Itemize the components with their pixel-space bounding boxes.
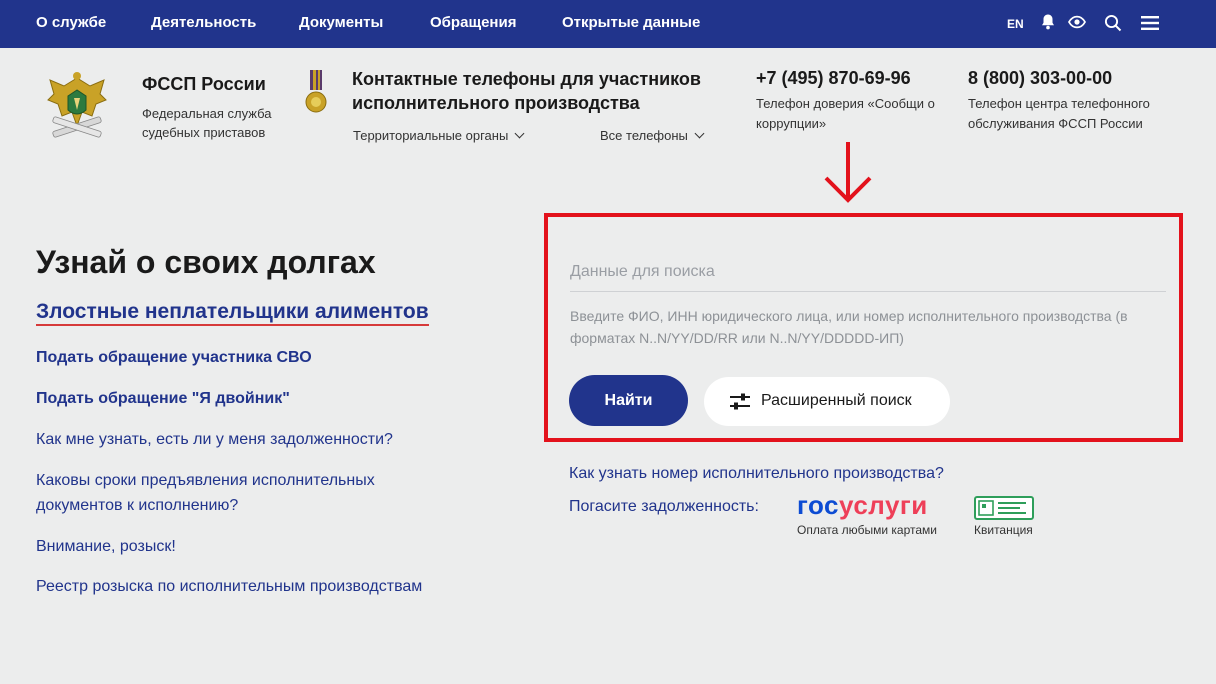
medal-icon bbox=[305, 70, 327, 116]
malicious-alimony-debtors-link[interactable]: Злостные неплательщики алиментов bbox=[36, 300, 429, 326]
nav-item-open-data[interactable]: Открытые данные bbox=[562, 14, 700, 31]
chevron-down-icon bbox=[694, 128, 705, 139]
top-navigation: О службе Деятельность Документы Обращени… bbox=[0, 0, 1216, 48]
chevron-down-icon bbox=[514, 128, 525, 139]
check-debts-link[interactable]: Как мне узнать, есть ли у меня задолженн… bbox=[36, 427, 393, 452]
search-hint: Введите ФИО, ИНН юридического лица, или … bbox=[570, 308, 1128, 346]
org-subtitle: Федеральная служба судебных приставов bbox=[142, 106, 272, 140]
hotline-phone[interactable]: +7 (495) 870-69-96 bbox=[756, 68, 911, 89]
fssp-emblem-logo[interactable] bbox=[44, 70, 110, 142]
call-center-phone[interactable]: 8 (800) 303-00-00 bbox=[968, 68, 1112, 89]
wanted-registry-link[interactable]: Реестр розыска по исполнительным произво… bbox=[36, 574, 422, 599]
red-arrow-icon bbox=[822, 142, 874, 204]
nav-item-activity[interactable]: Деятельность bbox=[151, 14, 256, 31]
eye-icon[interactable] bbox=[1067, 15, 1087, 34]
gosuslugi-logo-part1: гос bbox=[797, 490, 839, 520]
all-phones-label: Все телефоны bbox=[600, 128, 688, 143]
how-to-find-case-number-link[interactable]: Как узнать номер исполнительного произво… bbox=[569, 465, 944, 483]
territorial-bodies-dropdown[interactable]: Территориальные органы bbox=[353, 128, 525, 143]
contacts-title[interactable]: Контактные телефоны для участников испол… bbox=[352, 67, 742, 115]
filter-icon bbox=[730, 393, 750, 411]
nav-item-about[interactable]: О службе bbox=[36, 14, 106, 31]
page-title: Узнай о своих долгах bbox=[36, 244, 376, 280]
gosuslugi-caption: Оплата любыми картами bbox=[797, 523, 937, 537]
hotline-phone-caption: Телефон доверия «Сообщи о коррупции» bbox=[756, 96, 935, 131]
enforcement-deadlines-link[interactable]: Каковы сроки предъявления исполнительных… bbox=[36, 468, 456, 518]
territorial-bodies-label: Территориальные органы bbox=[353, 128, 509, 143]
advanced-search-label: Расширенный поиск bbox=[761, 392, 912, 409]
find-button[interactable]: Найти bbox=[569, 375, 688, 426]
double-appeal-link[interactable]: Подать обращение "Я двойник" bbox=[36, 386, 290, 411]
wanted-notice-link[interactable]: Внимание, розыск! bbox=[36, 534, 176, 559]
nav-item-appeals[interactable]: Обращения bbox=[430, 14, 516, 31]
search-icon[interactable] bbox=[1104, 14, 1122, 37]
gosuslugi-logo[interactable]: госуслуги bbox=[797, 490, 928, 520]
menu-icon[interactable] bbox=[1141, 15, 1159, 36]
bell-icon[interactable] bbox=[1040, 13, 1056, 36]
call-center-phone-caption: Телефон центра телефонного обслуживания … bbox=[968, 96, 1150, 131]
receipt-icon[interactable] bbox=[974, 496, 1034, 520]
org-title[interactable]: ФССП России bbox=[142, 74, 266, 95]
search-input[interactable] bbox=[570, 252, 1166, 292]
language-switch[interactable]: EN bbox=[1007, 17, 1024, 31]
nav-item-documents[interactable]: Документы bbox=[299, 14, 383, 31]
gosuslugi-logo-part2: услуги bbox=[839, 490, 928, 520]
svo-appeal-link[interactable]: Подать обращение участника СВО bbox=[36, 345, 312, 370]
advanced-search-button[interactable]: Расширенный поиск bbox=[704, 377, 950, 426]
all-phones-dropdown[interactable]: Все телефоны bbox=[600, 128, 705, 143]
receipt-caption: Квитанция bbox=[974, 523, 1033, 537]
pay-debt-label: Погасите задолженность: bbox=[569, 498, 759, 515]
